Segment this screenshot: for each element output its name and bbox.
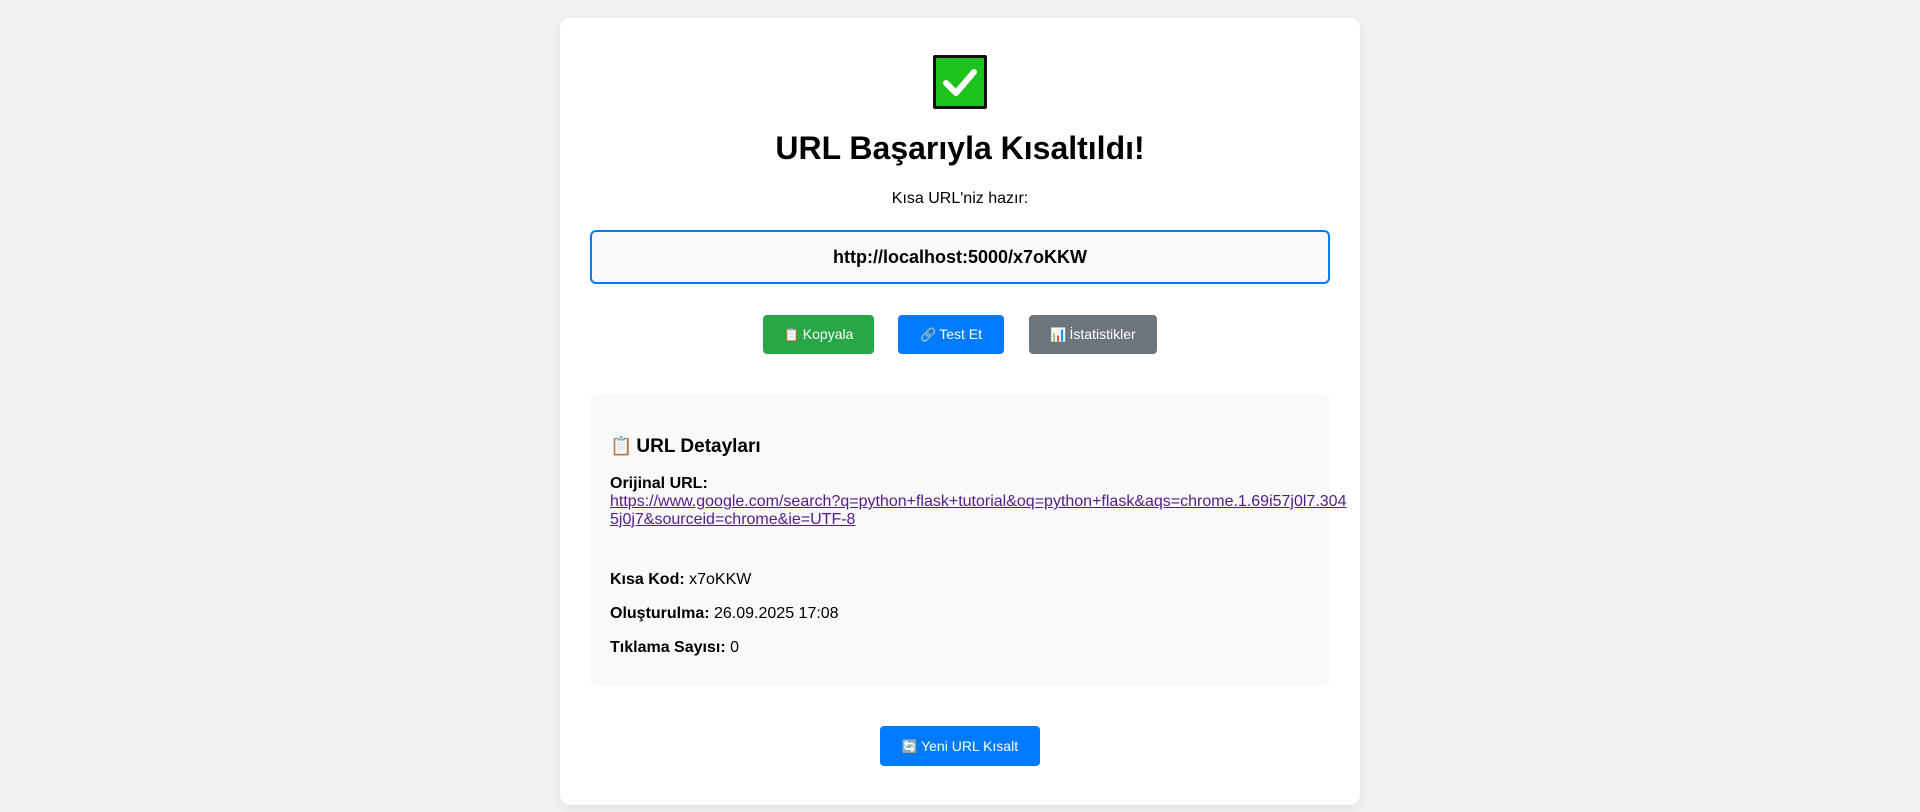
details-title-text: URL Detayları [636, 436, 761, 457]
copy-button-label: Kopyala [802, 326, 854, 342]
new-url-button-label: Yeni URL Kısalt [921, 738, 1019, 754]
clicks-row: Tıklama Sayısı: 0 [610, 639, 739, 657]
original-url-label: Orijinal URL: [610, 475, 708, 492]
new-url-button[interactable]: 🔄 Yeni URL Kısalt [880, 726, 1040, 766]
bar-chart-icon: 📊 [1050, 327, 1067, 342]
page-subtitle: Kısa URL'niz hazır: [891, 190, 1029, 207]
test-button-label: Test Et [939, 326, 982, 342]
statistics-button[interactable]: 📊 İstatistikler [1029, 315, 1157, 354]
clipboard-icon: 📋 [610, 436, 633, 456]
clicks-value: 0 [730, 639, 739, 656]
page-title: URL Başarıyla Kısaltıldı! [775, 130, 1145, 166]
statistics-button-label: İstatistikler [1069, 326, 1136, 342]
created-row: Oluşturulma: 26.09.2025 17:08 [610, 605, 839, 623]
check-mark-icon [933, 55, 987, 109]
copy-button[interactable]: 📋 Kopyala [763, 315, 874, 354]
clipboard-icon: 📋 [783, 327, 800, 342]
short-code-label: Kısa Kod: [610, 571, 685, 588]
clicks-label: Tıklama Sayısı: [610, 639, 726, 656]
result-card: URL Başarıyla Kısaltıldı! Kısa URL'niz h… [560, 18, 1360, 805]
short-url-display[interactable]: http://localhost:5000/x7oKKW [590, 230, 1330, 284]
original-url-link[interactable]: https://www.google.com/search?q=python+f… [610, 493, 1355, 529]
link-icon: 🔗 [920, 327, 937, 342]
test-button[interactable]: 🔗 Test Et [898, 315, 1004, 354]
created-label: Oluşturulma: [610, 605, 710, 622]
url-details-panel: 📋 URL Detayları Orijinal URL: https://www… [590, 394, 1346, 686]
refresh-icon: 🔄 [901, 739, 919, 754]
short-code-row: Kısa Kod: x7oKKW [610, 571, 751, 589]
created-value: 26.09.2025 17:08 [714, 605, 839, 622]
details-title: 📋 URL Detayları [610, 434, 761, 459]
short-code-value: x7oKKW [689, 571, 752, 588]
